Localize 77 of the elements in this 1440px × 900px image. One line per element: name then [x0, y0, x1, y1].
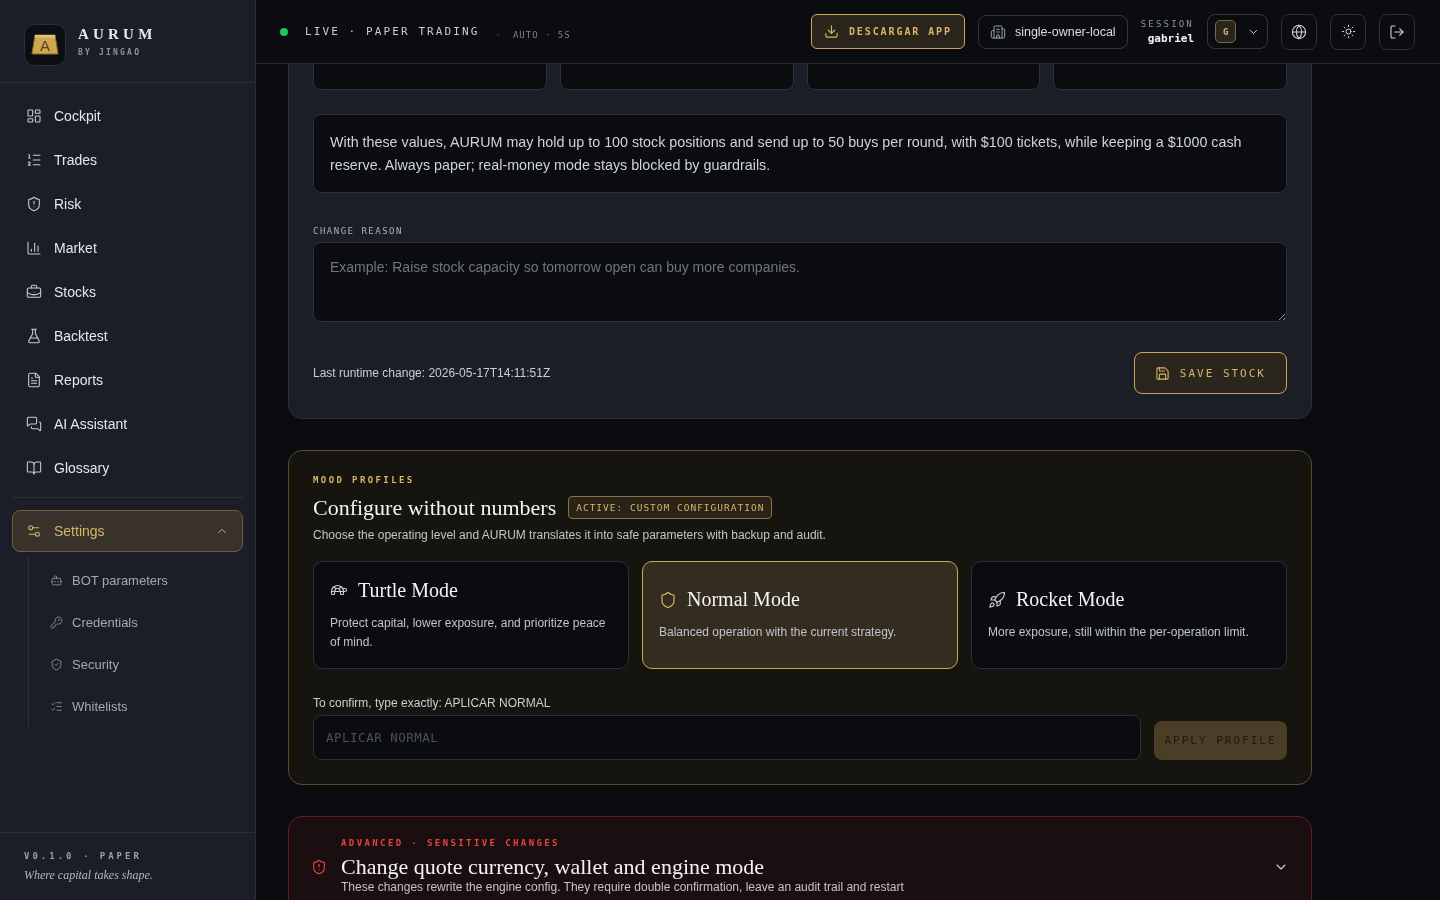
- sub-nav-item[interactable]: BOT parameters: [29, 559, 243, 601]
- nav-item[interactable]: AI Assistant: [12, 402, 243, 446]
- sub-nav-item[interactable]: Credentials: [29, 601, 243, 643]
- nav-item[interactable]: Glossary: [12, 446, 243, 490]
- grid-icon: [26, 108, 42, 124]
- summary-text: With these values, AURUM may hold up to 100 stock positions and send up to 50 buys per round, with $100 tickets, while keeping a $1000 cash reserve. Always paper; real-money mode stays blocked by guardrails.: [313, 114, 1287, 193]
- brand-logo: A: [24, 24, 66, 66]
- briefcase-icon: [26, 284, 42, 300]
- brand-name: AURUM: [78, 26, 157, 43]
- confirm-field[interactable]: APLICAR NORMAL: [313, 715, 1141, 760]
- download-button[interactable]: DESCARGAR APP: [810, 14, 965, 49]
- session-user: gabriel: [1147, 31, 1194, 45]
- active-badge: ACTIVE: CUSTOM CONFIGURATION: [568, 496, 773, 519]
- motto: Where capital takes shape.: [24, 868, 154, 883]
- mode-card[interactable]: Rocket Mode More exposure, still within the per-operation limit.: [971, 561, 1287, 669]
- checklist-icon: [50, 699, 63, 713]
- robot-icon: [50, 573, 63, 587]
- field-label: CHANGE REASON: [313, 226, 404, 237]
- user-avatar: G: [1215, 20, 1237, 43]
- nav-item[interactable]: Backtest: [12, 314, 243, 358]
- shield-icon: [659, 590, 677, 609]
- globe-icon: [1291, 23, 1307, 40]
- refresh-label: AUTO · 5S: [512, 29, 571, 40]
- settings-nav-item[interactable]: Settings: [12, 510, 243, 552]
- flask-icon: [26, 328, 42, 344]
- language-button[interactable]: [1281, 13, 1317, 50]
- brand-tagline: BY JINGAO: [78, 48, 143, 58]
- confirm-label: To confirm, type exactly: APLICAR NORMAL: [313, 696, 552, 710]
- mode-title: Rocket Mode: [1016, 588, 1125, 611]
- shield-alert-icon: [311, 859, 327, 875]
- section-eyebrow: ADVANCED · SENSITIVE CHANGES: [341, 838, 561, 849]
- sun-icon: [1340, 24, 1356, 39]
- sub-nav-item[interactable]: Whitelists: [29, 685, 243, 727]
- theme-button[interactable]: [1330, 13, 1366, 50]
- last-change-text: Last runtime change: 2026-05-17T14:11:51Z: [313, 366, 551, 380]
- user-menu-button[interactable]: G: [1207, 14, 1268, 49]
- mode-description: Protect capital, lower exposure, and prioritize peace of mind.: [330, 614, 607, 651]
- status-label: LIVE · PAPER TRADING: [305, 25, 480, 38]
- section-title: Change quote currency, wallet and engine mode: [341, 855, 766, 879]
- list-icon: [26, 152, 42, 168]
- download-icon: [823, 24, 839, 39]
- mode-title: Turtle Mode: [358, 578, 458, 602]
- key-icon: [50, 615, 63, 629]
- bar-chart-icon: [26, 240, 42, 256]
- session-label: SESSION: [1140, 18, 1194, 29]
- section-title: Configure without numbers: [313, 495, 557, 520]
- logout-button[interactable]: [1379, 13, 1415, 50]
- mode-title: Normal Mode: [687, 588, 800, 611]
- nav-item[interactable]: Market: [12, 226, 243, 270]
- workspace-button[interactable]: single-owner-local: [977, 14, 1128, 49]
- nav-item[interactable]: Reports: [12, 358, 243, 402]
- save-button[interactable]: SAVE STOCK: [1133, 352, 1287, 394]
- version-label: V0.1.0 · PAPER: [24, 851, 143, 861]
- building-icon: [989, 23, 1006, 40]
- nav-item[interactable]: Stocks: [12, 270, 243, 314]
- rocket-icon: [988, 590, 1006, 609]
- mode-description: More exposure, still within the per-operation limit.: [988, 624, 1250, 641]
- shield-check-icon: [50, 657, 63, 671]
- mode-card[interactable]: Turtle Mode Protect capital, lower exposure, and prioritize peace of mind.: [313, 561, 629, 669]
- book-icon: [26, 460, 42, 476]
- section-description: These changes rewrite the engine config. They require double confirmation, leave an audit trail and restart: [341, 880, 905, 894]
- separator: ·: [495, 29, 501, 40]
- logout-icon: [1389, 23, 1405, 40]
- save-icon: [1154, 365, 1170, 381]
- mode-description: Balanced operation with the current strategy.: [659, 624, 898, 641]
- section-description: Choose the operating level and AURUM translates it into safe parameters with backup and audit.: [313, 527, 827, 544]
- nav-item[interactable]: Trades: [12, 138, 243, 182]
- document-icon: [26, 372, 42, 388]
- sliders-icon: [26, 523, 42, 539]
- mode-card[interactable]: Normal Mode Balanced operation with the current strategy.: [642, 561, 958, 669]
- section-eyebrow: MOOD PROFILES: [313, 475, 416, 486]
- nav-item[interactable]: Risk: [12, 182, 243, 226]
- shield-alert-icon: [26, 196, 42, 212]
- sub-nav-item[interactable]: Security: [29, 643, 243, 685]
- reason-field[interactable]: Example: Raise stock capacity so tomorrow open can buy more companies.: [313, 242, 1287, 322]
- nav-item[interactable]: Cockpit: [12, 94, 243, 138]
- chat-icon: [26, 416, 42, 432]
